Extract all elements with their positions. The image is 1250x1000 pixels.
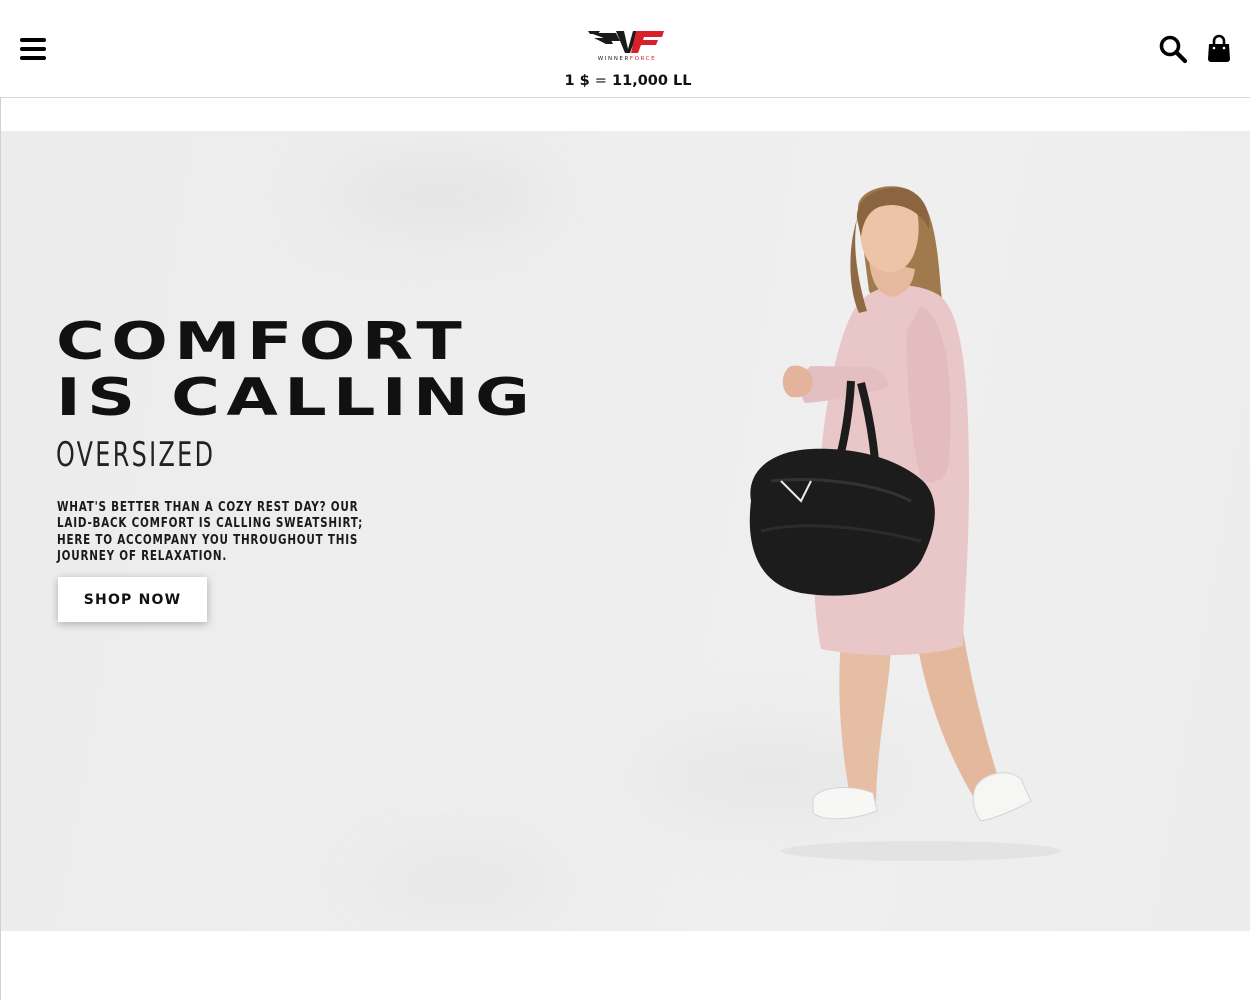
- hero-model-image: [749, 186, 1061, 861]
- shopping-bag-icon[interactable]: [1206, 34, 1232, 64]
- rate-equals: =: [594, 73, 607, 89]
- hero-banner: Comfort is calling OVERSIZED What's bett…: [1, 131, 1250, 931]
- menu-bar: [20, 47, 46, 51]
- menu-bar: [20, 56, 46, 60]
- hero-subheading: OVERSIZED: [56, 435, 216, 475]
- brand-logo[interactable]: WINNERFORCE: [586, 27, 668, 65]
- shop-now-button[interactable]: SHOP NOW: [58, 577, 207, 622]
- menu-bar: [20, 38, 46, 42]
- headline-line-1: Comfort: [56, 312, 469, 372]
- hero-headline: Comfort is calling: [56, 314, 536, 426]
- logo-word-winner: WINNER: [597, 56, 630, 62]
- hamburger-menu-icon[interactable]: [18, 34, 48, 64]
- headline-line-2: is calling: [56, 368, 537, 428]
- exchange-rate: 1 $ = 11,000 LL: [0, 73, 1250, 89]
- hero-description: What's better than a cozy rest day? Our …: [57, 498, 364, 565]
- rate-left: 1 $: [564, 73, 590, 89]
- site-header: WINNERFORCE 1 $ = 11,000 LL: [0, 0, 1250, 98]
- rate-right: 11,000 LL: [612, 73, 692, 89]
- logo-word-force: FORCE: [629, 56, 657, 62]
- search-icon[interactable]: [1158, 34, 1188, 64]
- background-shadow: [361, 851, 561, 911]
- background-shadow: [331, 161, 551, 231]
- logo-wordmark: WINNERFORCE: [586, 56, 668, 62]
- logo-mark-icon: [588, 31, 664, 53]
